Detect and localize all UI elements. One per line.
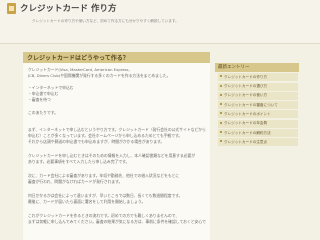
post-paragraph: クレジットカード(Visa, MasterCard, American Expr…: [28, 67, 130, 72]
sidebar-item-label: クレジットカードの審査について: [224, 102, 278, 107]
post-list-item: ・インターネットで申込む: [28, 85, 74, 90]
sidebar-item-label: クレジットカードのポイント: [224, 111, 271, 116]
bullet-icon: [220, 140, 222, 143]
sidebar-item[interactable]: クレジットカードの年会費: [218, 119, 298, 128]
post-title[interactable]: クレジットカードはどうやって作る？: [27, 53, 129, 62]
post-paragraph: クレジットカードを申し込むときはそのための情報を入力し、本人確認書類などを用意す…: [28, 153, 196, 158]
header-divider: [0, 43, 320, 44]
bullet-icon: [220, 75, 222, 78]
page: クレジットカード 作り方 クレジットカードの作り方や使い方など、初めて作る方にも…: [0, 0, 320, 240]
sidebar-item[interactable]: クレジットカードのポイント: [218, 110, 298, 119]
post-paragraph: 申込む）ことが多くなっています。会社ホームページから申し込めるためとても手軽です…: [28, 133, 183, 138]
site-description: クレジットカードの作り方や使い方など、初めて作る方にも分かりやすく解説しています…: [32, 19, 179, 23]
bullet-icon: [220, 121, 222, 124]
sidebar-item[interactable]: クレジットカードの選び方: [218, 82, 298, 91]
post-paragraph: あります。必要事項をすべて入力したら申し込み完了です。: [28, 159, 130, 164]
sidebar-item[interactable]: クレジットカードの使い方: [218, 91, 298, 100]
post-paragraph: 次に、カード会社による審査があります。年収や勤務先、他社での借入状況などをもとに: [28, 173, 180, 178]
post-paragraph: 何日かかるかは会社によって違いますが、早いところでは数日、長くても数週間程度です…: [28, 193, 183, 198]
sidebar-item[interactable]: クレジットカードの審査について: [218, 101, 298, 110]
post-paragraph: これがクレジットカードを作るときの流れです。初めての方でも難しくありませんので、: [28, 213, 180, 218]
sidebar-item-label: クレジットカードの注意点: [224, 139, 268, 144]
bullet-icon: [220, 93, 222, 96]
bullet-icon: [220, 103, 222, 106]
bullet-icon: [220, 112, 222, 115]
site-title[interactable]: クレジットカード 作り方: [20, 2, 116, 14]
sidebar: 最新エントリー クレジットカードの作り方 クレジットカードの選び方 クレジットカ…: [215, 63, 299, 147]
site-logo-icon[interactable]: [7, 3, 16, 14]
post-paragraph: JCB, Diners Club)や国際機関が発行する多くのカードを作る方法をま…: [28, 73, 171, 78]
post-paragraph: このあたりです。: [28, 110, 58, 115]
bullet-icon: [220, 84, 222, 87]
sidebar-heading: 最新エントリー: [215, 63, 299, 72]
sidebar-item[interactable]: クレジットカードの作り方: [218, 73, 298, 82]
sidebar-item[interactable]: クレジットカードの解約方法: [218, 129, 298, 138]
post-paragraph: 審査が行われ、問題がなければカードが発行されます。: [28, 179, 123, 184]
post-paragraph: それから店頭や郵送の申込書でも申込めますが、時間がかかる場合があります。: [28, 139, 165, 144]
sidebar-item-label: クレジットカードの作り方: [224, 74, 268, 79]
sidebar-item-label: クレジットカードの使い方: [224, 93, 268, 98]
post-paragraph: まずは気軽に申し込んでみてください。審査の結果が気になる方は、事前に条件を確認し…: [28, 219, 206, 224]
sidebar-heading-label: 最新エントリー: [218, 65, 250, 70]
sidebar-item[interactable]: クレジットカードの注意点: [218, 138, 298, 147]
bullet-icon: [220, 131, 222, 134]
sidebar-item-label: クレジットカードの選び方: [224, 84, 268, 89]
post-list-item: ・申込書で申込む: [28, 91, 59, 96]
post-paragraph: まず、インターネットで申し込むというやり方です。クレジットカード（発行会社の公式…: [28, 127, 206, 132]
site-header: クレジットカード 作り方 クレジットカードの作り方や使い方など、初めて作る方にも…: [0, 0, 320, 44]
sidebar-item-label: クレジットカードの年会費: [224, 121, 268, 126]
post-paragraph: 最後に、カードが届いたら裏面に署名をして利用を開始しましょう。: [28, 199, 146, 204]
post-list-item: ・審査を待つ: [28, 97, 51, 102]
sidebar-item-label: クレジットカードの解約方法: [224, 130, 271, 135]
main-content: クレジットカードはどうやって作る？ クレジットカード(Visa, MasterC…: [23, 52, 210, 240]
post-title-bar: クレジットカードはどうやって作る？: [23, 52, 210, 63]
